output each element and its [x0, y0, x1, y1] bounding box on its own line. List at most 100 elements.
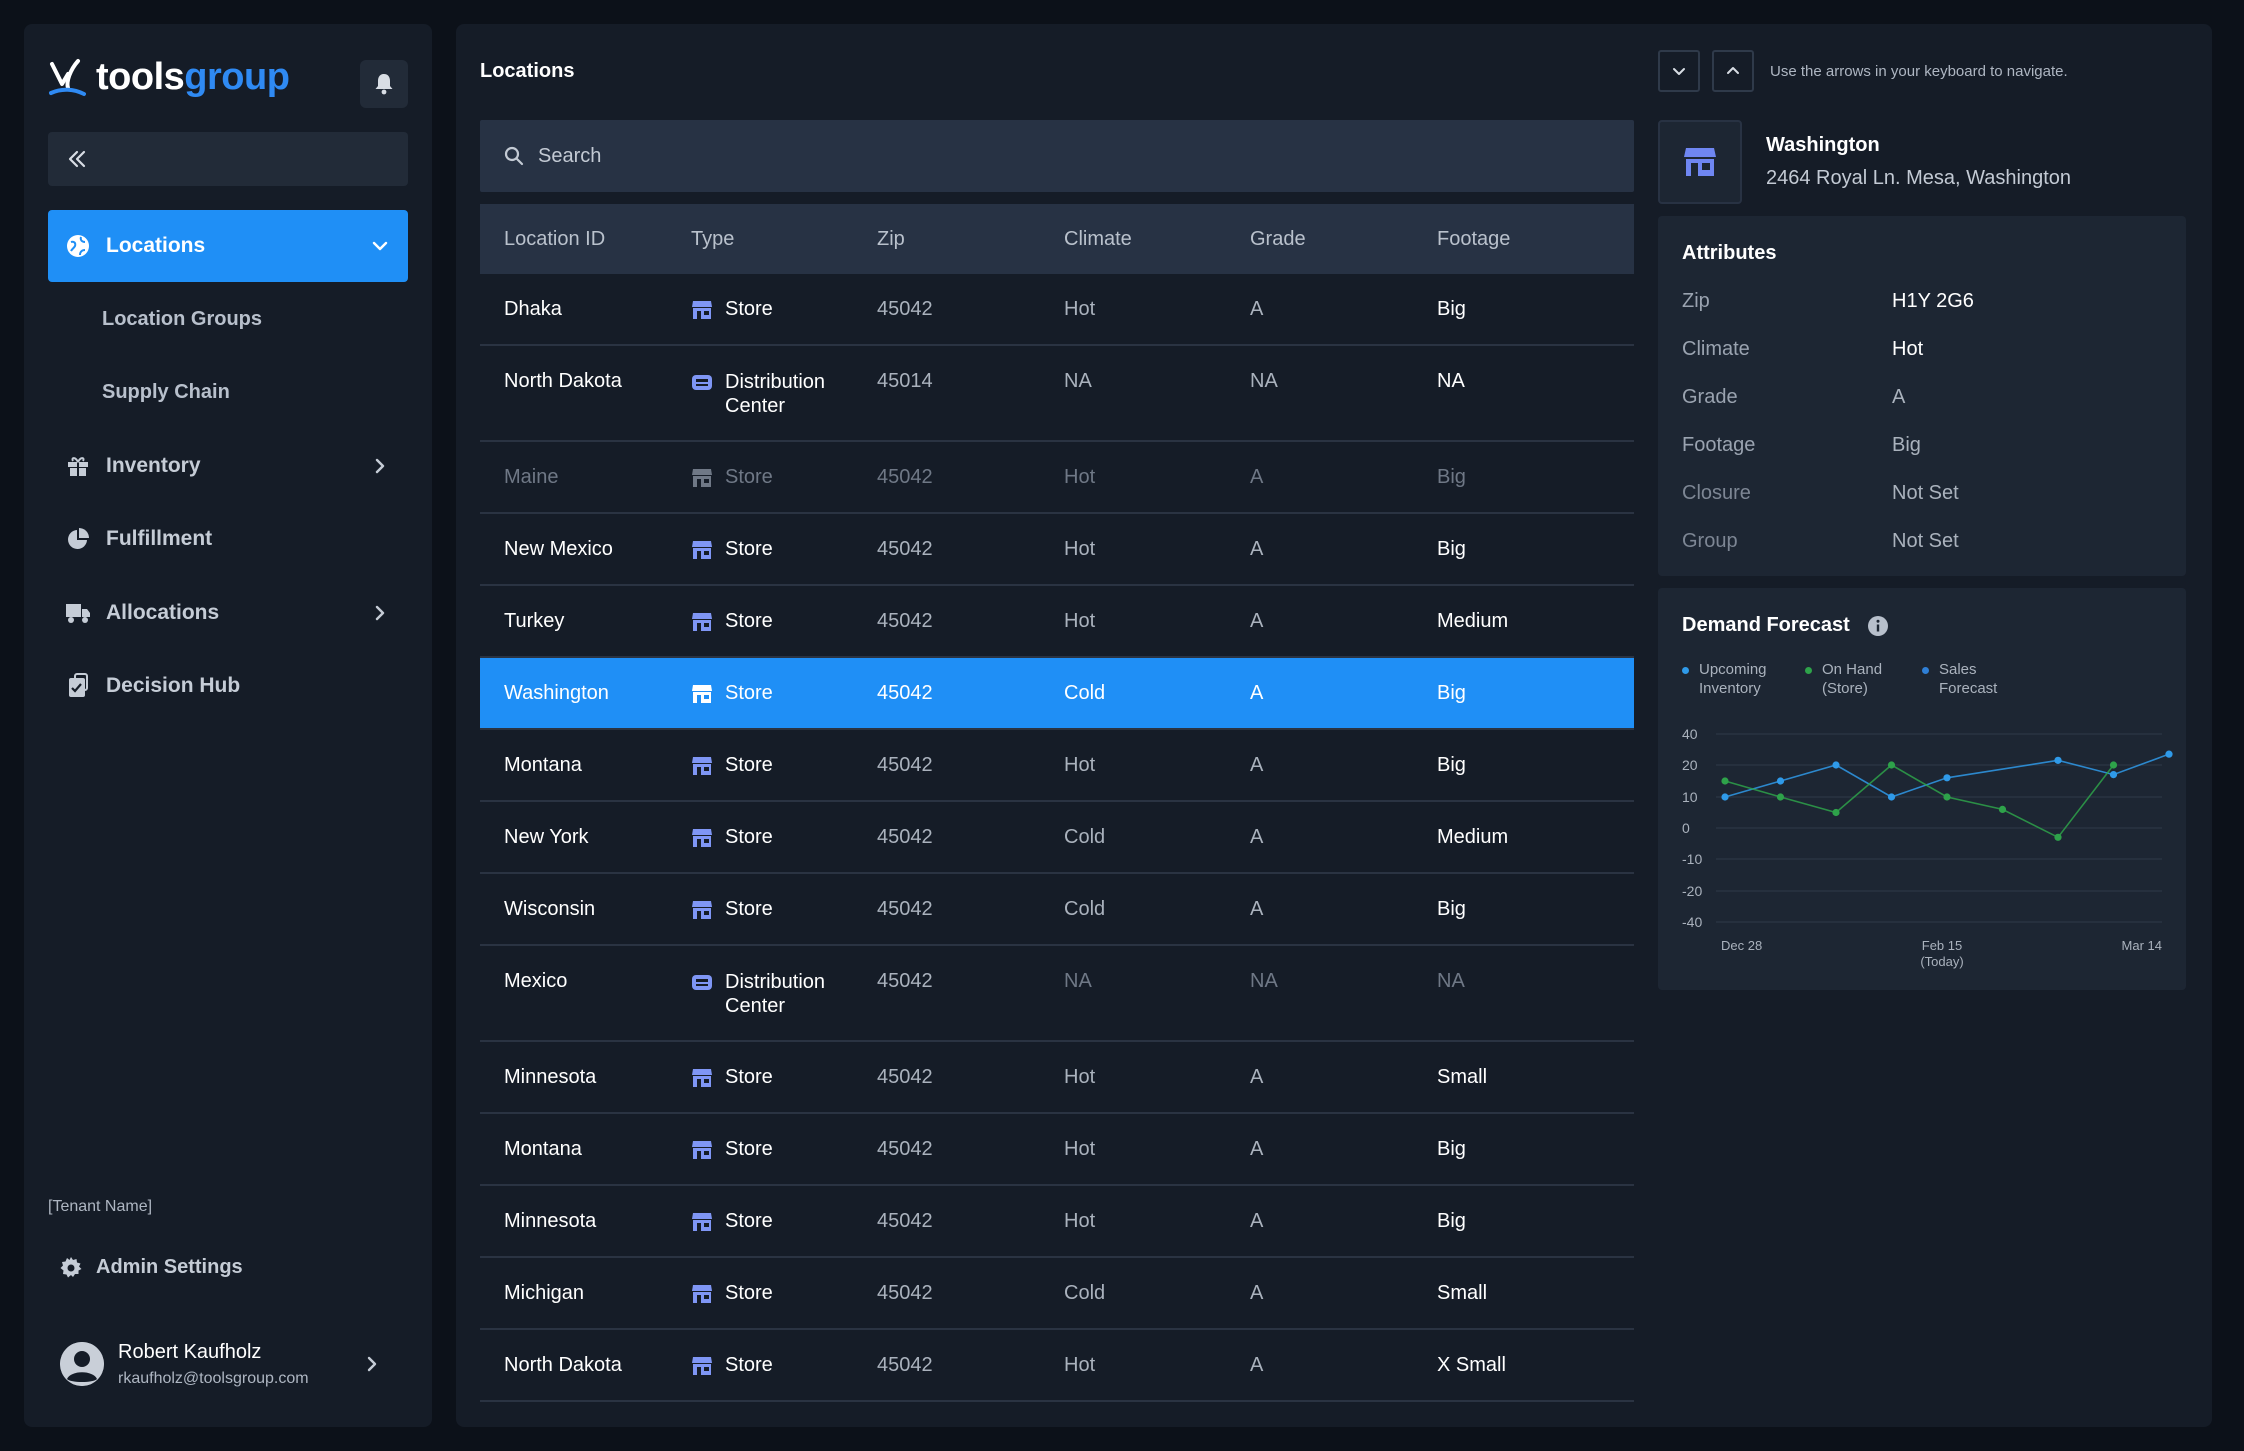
cell-footage: Medium: [1437, 826, 1509, 848]
cell-type: Store: [667, 682, 853, 705]
x-tick-label: Feb 15: [1922, 938, 1962, 953]
sidebar-item-locations[interactable]: Locations: [48, 210, 408, 282]
cell-climate: Hot: [1064, 466, 1096, 488]
cell-type: Distribution Center: [667, 370, 853, 418]
cell-footage: Big: [1437, 1210, 1466, 1232]
cell-zip: 45042: [877, 1210, 933, 1232]
data-point: [2109, 761, 2118, 769]
data-point: [1776, 777, 1785, 785]
cell-grade: A: [1250, 538, 1264, 560]
sidebar-item-decision-hub[interactable]: Decision Hub: [48, 650, 408, 722]
y-tick-label: -40: [1682, 914, 1702, 930]
cell-location-id: Michigan: [504, 1282, 585, 1304]
cell-grade: NA: [1250, 370, 1278, 392]
cell-climate: Hot: [1064, 610, 1096, 632]
warehouse-icon: [692, 375, 712, 390]
table-row[interactable]: Minnesota Store 45042 Hot A Small: [480, 1042, 1634, 1114]
table-row[interactable]: New York Store 45042 Cold A Medium: [480, 802, 1634, 874]
column-header-type[interactable]: Type: [667, 228, 853, 251]
cell-location-id: Minnesota: [504, 1066, 597, 1088]
column-header-climate[interactable]: Climate: [1040, 228, 1226, 251]
user-email: rkaufholz@toolsgroup.com: [118, 1369, 309, 1387]
tenant-name: [Tenant Name]: [48, 1198, 153, 1215]
x-tick-label: Mar 14: [2122, 938, 2162, 953]
cell-footage: Small: [1437, 1282, 1488, 1304]
toolsgroup-logo[interactable]: toolsgroup: [48, 56, 290, 99]
sidebar: toolsgroup Locations Location Groups Sup…: [24, 24, 432, 1427]
cell-grade: A: [1250, 298, 1264, 320]
next-row-button[interactable]: [1658, 50, 1700, 92]
table-row[interactable]: Maine Store 45042 Hot A Big: [480, 442, 1634, 514]
user-profile[interactable]: Robert Kaufholz rkaufholz@toolsgroup.com: [60, 1324, 420, 1404]
table-row[interactable]: Michigan Store 45042 Cold A Small: [480, 1258, 1634, 1330]
cell-climate: NA: [1064, 370, 1092, 392]
cell-location-id: Dhaka: [504, 298, 562, 320]
notifications-button[interactable]: [360, 60, 408, 108]
sidebar-item-inventory[interactable]: Inventory: [48, 430, 408, 502]
attribute-climate: Climate Hot: [1682, 338, 1924, 360]
table-row[interactable]: Montana Store 45042 Hot A Big: [480, 1114, 1634, 1186]
table-header: Location ID Type Zip Climate Grade Foota…: [480, 204, 1634, 274]
table-row[interactable]: Minnesota Store 45042 Hot A Big: [480, 1186, 1634, 1258]
x-tick-label: (Today): [1920, 954, 1963, 969]
column-header-zip[interactable]: Zip: [853, 228, 1040, 251]
table-row[interactable]: North Dakota Distribution Center 45014 NA NA…: [480, 346, 1634, 442]
attribute-footage: Footage Big: [1682, 434, 1921, 456]
store-icon: [692, 1357, 712, 1375]
table-row[interactable]: Montana Store 45042 Hot A Big: [480, 730, 1634, 802]
cell-type: Store: [667, 298, 853, 321]
data-point: [1943, 774, 1951, 782]
sidebar-item-supply-chain[interactable]: Supply Chain: [102, 381, 230, 404]
search-bar[interactable]: [480, 120, 1634, 192]
table-row[interactable]: New Mexico Store 45042 Hot A Big: [480, 514, 1634, 586]
cell-footage: X Small: [1437, 1354, 1506, 1376]
cell-type: Store: [667, 1066, 853, 1089]
y-tick-label: 10: [1682, 789, 1698, 805]
data-point: [2054, 756, 2062, 764]
cell-climate: Hot: [1064, 538, 1096, 560]
chevron-right-icon: [367, 1356, 377, 1372]
table-row[interactable]: Mexico Distribution Center 45042 NA NA NA: [480, 946, 1634, 1042]
cell-footage: NA: [1437, 370, 1465, 392]
sidebar-item-fulfillment[interactable]: Fulfillment: [48, 503, 408, 575]
store-icon: [692, 1069, 712, 1087]
attribute-grade: Grade A: [1682, 386, 1906, 408]
search-input[interactable]: [538, 144, 1438, 168]
checklist-icon: [64, 672, 92, 700]
cell-footage: Big: [1437, 298, 1466, 320]
data-point: [1832, 808, 1840, 817]
admin-settings-link[interactable]: Admin Settings: [60, 1256, 243, 1279]
sidebar-item-label: Allocations: [106, 601, 220, 624]
sidebar-item-location-groups[interactable]: Location Groups: [102, 308, 262, 331]
sidebar-item-label: Inventory: [106, 454, 201, 477]
store-icon: [692, 541, 712, 559]
cell-type: Store: [667, 1282, 853, 1305]
column-header-grade[interactable]: Grade: [1226, 228, 1413, 251]
cell-climate: Cold: [1064, 898, 1106, 920]
previous-row-button[interactable]: [1712, 50, 1754, 92]
column-header-footage[interactable]: Footage: [1413, 228, 1634, 251]
data-point: [1832, 761, 1840, 769]
attribute-zip: Zip H1Y 2G6: [1682, 290, 1974, 312]
cell-location-id: Washington: [504, 682, 609, 704]
table-row[interactable]: Wisconsin Store 45042 Cold A Big: [480, 874, 1634, 946]
gift-icon: [64, 452, 92, 480]
truck-icon: [64, 599, 92, 627]
sidebar-item-allocations[interactable]: Allocations: [48, 577, 408, 649]
chevron-right-icon: [375, 605, 385, 621]
data-point: [2054, 833, 2062, 841]
table-row[interactable]: Turkey Store 45042 Hot A Medium: [480, 586, 1634, 658]
cell-climate: Hot: [1064, 1066, 1096, 1088]
cell-type: Store: [667, 826, 853, 849]
table-row[interactable]: Washington Store 45042 Cold A Big: [480, 658, 1634, 730]
collapse-sidebar-button[interactable]: [48, 132, 408, 186]
cell-type: Store: [667, 898, 853, 921]
navigation-hint: Use the arrows in your keyboard to navig…: [1770, 62, 2068, 80]
cell-location-id: Minnesota: [504, 1210, 597, 1232]
column-header-location-id[interactable]: Location ID: [480, 228, 667, 251]
table-row[interactable]: North Dakota Store 45042 Hot A X Small: [480, 1330, 1634, 1402]
table-row[interactable]: Dhaka Store 45042 Hot A Big: [480, 274, 1634, 346]
main-panel: Locations Location ID Type Zip Climate G…: [456, 24, 2212, 1427]
data-point: [1887, 761, 1896, 769]
locations-table: Location ID Type Zip Climate Grade Foota…: [480, 204, 1634, 1402]
